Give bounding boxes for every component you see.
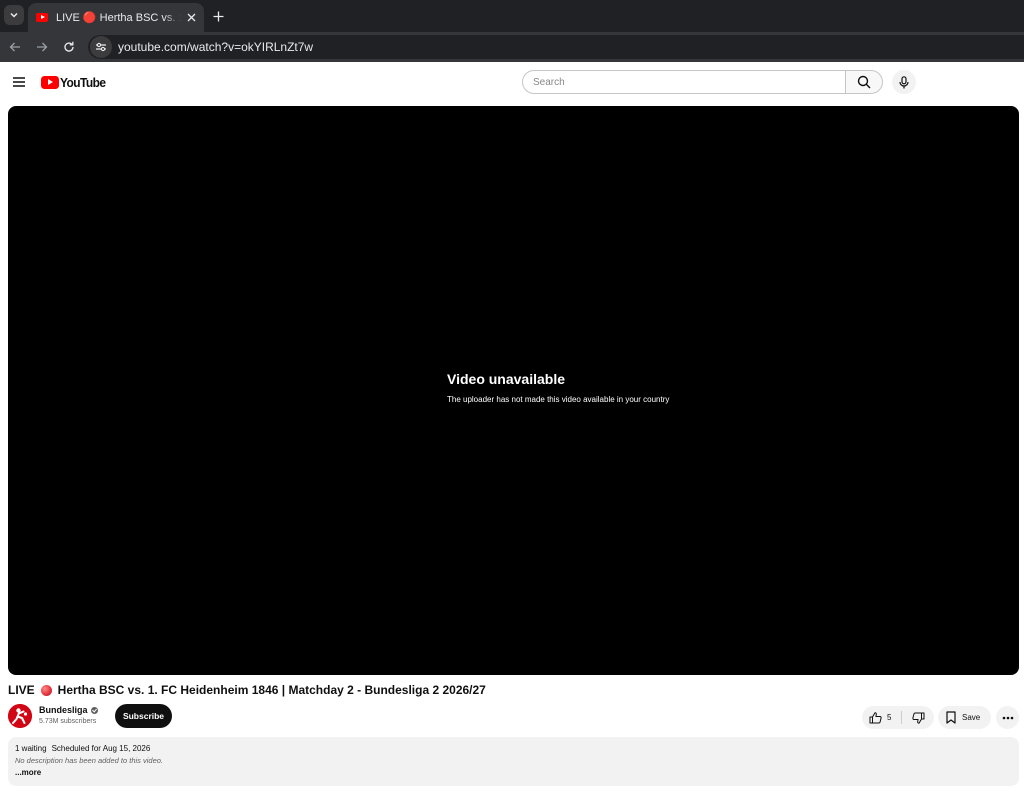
tab-title: LIVE 🔴 Hertha BSC vs. 1. FC Heidenheim 1… [56,12,182,24]
tab-close-button[interactable] [182,9,200,27]
plus-icon [213,11,223,21]
description-text: No description has been added to this vi… [15,756,164,765]
scheduled-date: Scheduled for Aug 15, 2026 [51,744,151,753]
description-box[interactable]: 1 waiting Scheduled for Aug 15, 2026 No d… [8,737,1019,786]
site-info-button[interactable] [90,36,112,58]
chevron-down-icon [10,12,18,18]
tune-icon [96,42,106,52]
youtube-favicon-icon [36,13,48,22]
back-button[interactable] [5,37,25,57]
error-title: Video unavailable [447,371,566,387]
save-button[interactable]: Save [938,706,991,729]
red-circle-icon [40,684,52,696]
waiting-count: 1 waiting [15,744,47,753]
search-input[interactable] [533,76,846,88]
dislike-button[interactable] [902,706,934,729]
like-dislike-group: 5 [862,706,934,729]
close-icon [187,13,195,22]
player-error: Video unavailable The uploader has not m… [447,371,669,404]
tab-search-button[interactable] [4,5,24,25]
forward-button[interactable] [32,37,52,57]
more-actions-button[interactable] [996,706,1019,729]
thumbs-up-icon [869,711,882,723]
browser-tab-bar: LIVE 🔴 Hertha BSC vs. 1. FC Heidenheim 1… [0,0,1024,32]
like-count: 5 [887,713,892,722]
search-button[interactable] [845,70,883,94]
youtube-play-icon [41,75,59,89]
video-title-text: Hertha BSC vs. 1. FC Heidenheim 1846 | M… [57,683,486,697]
channel-avatar[interactable] [8,704,32,728]
reload-button[interactable] [59,37,79,57]
save-label: Save [962,713,981,722]
arrow-right-icon [37,42,48,52]
verified-badge-icon [90,706,98,714]
more-horizontal-icon [1002,716,1013,719]
channel-name[interactable]: Bundesliga [39,705,98,715]
bundesliga-logo-icon [8,704,32,728]
video-player[interactable]: Video unavailable The uploader has not m… [8,106,1019,675]
like-button[interactable]: 5 [862,706,901,729]
active-tab[interactable]: LIVE 🔴 Hertha BSC vs. 1. FC Heidenheim 1… [28,3,204,32]
arrow-left-icon [9,42,20,52]
error-message: The uploader has not made this video ava… [447,395,670,404]
thumbs-down-icon [911,712,924,724]
url-text: youtube.com/watch?v=okYIRLnZt7w [118,40,314,54]
subscribe-button[interactable]: Subscribe [115,704,172,728]
channel-name-text: Bundesliga [39,705,88,715]
description-meta: 1 waiting Scheduled for Aug 15, 2026 [15,744,1012,756]
youtube-logo[interactable]: YouTube [41,74,109,90]
voice-search-button[interactable] [892,70,916,94]
show-more-link[interactable]: ...more [15,768,1012,777]
microphone-icon [899,75,909,88]
address-bar[interactable]: youtube.com/watch?v=okYIRLnZt7w [88,35,1024,59]
hamburger-icon [13,77,25,87]
video-title: LIVE Hertha BSC vs. 1. FC Heidenheim 184… [8,683,486,697]
guide-menu-button[interactable] [9,72,29,92]
youtube-header: YouTube [0,62,1024,102]
reload-icon [64,41,74,52]
bookmark-icon [946,711,956,724]
new-tab-button[interactable] [208,6,228,26]
subscriber-count: 5.73M subscribers [39,718,97,725]
search-box [522,70,846,94]
search-icon [857,75,871,89]
live-label: LIVE [8,683,35,697]
logo-text: YouTube [60,74,106,90]
browser-toolbar: youtube.com/watch?v=okYIRLnZt7w [0,32,1024,62]
